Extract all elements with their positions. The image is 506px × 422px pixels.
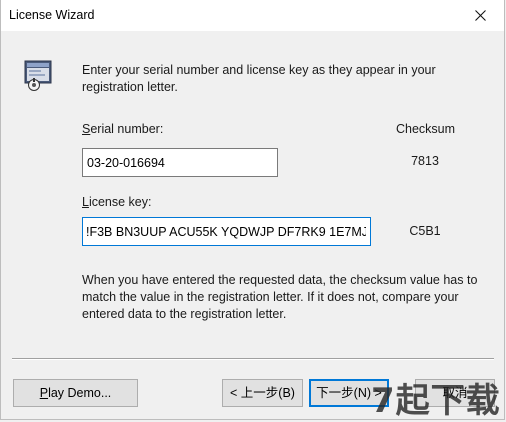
checksum-header: Checksum [396,122,456,136]
play-demo-mnemonic: P [39,386,49,400]
next-button[interactable]: 下一步(N) > [309,379,389,407]
instructions-text: Enter your serial number and license key… [82,63,436,94]
license-key-label-mnemonic: L [82,195,89,209]
serial-number-label-rest: erial number: [90,122,164,136]
close-icon [475,10,486,21]
license-key-input[interactable] [82,217,371,246]
back-button[interactable]: < 上一步(B) [222,379,303,407]
license-checksum-value: C5B1 [409,224,441,238]
license-key-label: License key: [82,195,151,209]
cancel-button[interactable]: 取消 [415,379,495,407]
serial-checksum-value: 7813 [411,154,439,168]
license-key-label-rest: icense key: [88,195,152,209]
checksum-info-text: When you have entered the requested data… [82,273,478,321]
play-demo-label: lay Demo... [48,386,112,400]
license-wizard-icon [23,60,53,92]
window-title: License Wizard [9,8,95,22]
play-demo-button[interactable]: Play Demo... [13,379,138,407]
serial-number-label: Serial number: [82,122,163,136]
serial-number-input[interactable] [82,148,278,177]
license-wizard-window: License Wizard Enter your serial number … [0,0,505,421]
close-button[interactable] [458,0,504,31]
title-bar: License Wizard [1,0,504,31]
divider [12,358,494,360]
